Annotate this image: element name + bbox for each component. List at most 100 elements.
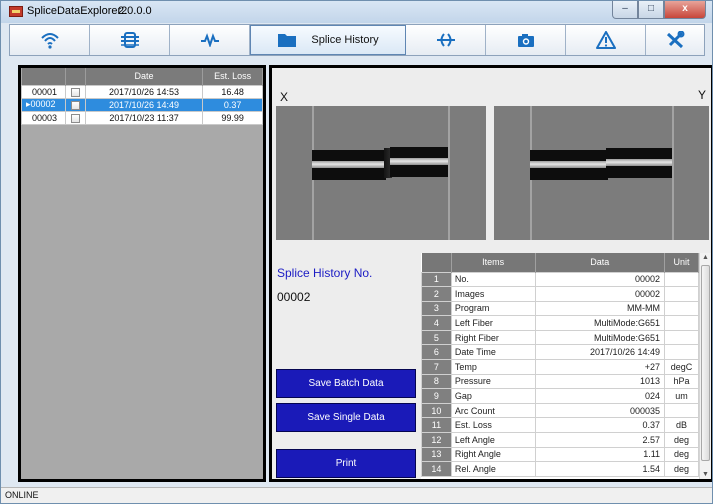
data-row[interactable]: 14 Rel. Angle 1.54 deg <box>421 461 699 477</box>
row-loss: 99.99 <box>202 110 263 125</box>
tab-wireless[interactable] <box>10 25 90 55</box>
view-x-label: X <box>280 90 289 104</box>
row-date: 2017/10/23 11:37 <box>84 110 204 125</box>
data-row[interactable]: 8 Pressure 1013 hPa <box>421 373 699 390</box>
row-checkbox[interactable] <box>70 87 80 97</box>
scroll-thumb[interactable] <box>701 265 710 461</box>
history-number-title: Splice History No. <box>277 266 373 280</box>
window-version: 2.0.0.0 <box>118 5 152 17</box>
data-row[interactable]: 13 Right Angle 1.11 deg <box>421 446 699 463</box>
data-index: 12 <box>421 432 452 448</box>
tab-camera[interactable] <box>486 25 566 55</box>
data-item: Est. Loss <box>450 417 536 434</box>
status-bar: ONLINE <box>1 487 712 503</box>
data-value: 1013 <box>534 373 666 390</box>
close-button[interactable]: x <box>664 1 706 19</box>
data-row[interactable]: 5 Right Fiber MultiMode:G651 <box>421 329 699 346</box>
window-controls: – □ x <box>612 1 706 19</box>
tab-splice-history-label: Splice History <box>311 34 379 46</box>
main-toolbar: Splice History <box>9 24 705 56</box>
data-item: Arc Count <box>450 402 536 419</box>
row-checkbox-cell <box>64 110 86 125</box>
data-row[interactable]: 3 Program MM-MM <box>421 300 699 317</box>
data-item: Images <box>450 286 536 302</box>
data-item: Temp <box>450 359 536 375</box>
image-guide-line <box>448 106 450 240</box>
row-number: ▸00002 <box>21 97 66 112</box>
data-row[interactable]: 11 Est. Loss 0.37 dB <box>421 417 699 434</box>
tab-splice[interactable] <box>406 25 486 55</box>
minimize-button[interactable]: – <box>612 1 638 19</box>
data-row[interactable]: 6 Date Time 2017/10/26 14:49 <box>421 344 699 361</box>
data-unit: deg <box>664 446 699 463</box>
print-button[interactable]: Print <box>276 449 416 478</box>
splice-data-grid: Items Data Unit 1 No. 00002 2 Images 00002 3 Pr… <box>421 253 699 477</box>
data-index: 2 <box>421 286 452 302</box>
title-bar: SpliceDataExplorer2 2.0.0.0 – □ x <box>1 1 712 23</box>
fiber-image-y <box>494 106 709 240</box>
data-row[interactable]: 9 Gap 024 um <box>421 388 699 404</box>
data-index: 10 <box>421 402 452 419</box>
data-unit <box>664 344 699 361</box>
tab-fiber[interactable] <box>90 25 170 55</box>
data-value: MultiMode:G651 <box>534 329 666 346</box>
data-unit <box>664 286 699 302</box>
history-table: Date Est. Loss 00001 2017/10/26 14:53 16… <box>21 68 263 125</box>
image-guide-line <box>672 106 674 240</box>
data-item: Rel. Angle <box>450 461 536 477</box>
data-value: 2.57 <box>534 432 666 448</box>
table-row[interactable]: 00001 2017/10/26 14:53 16.48 <box>21 84 263 99</box>
row-checkbox-cell <box>64 84 86 99</box>
data-unit: deg <box>664 432 699 448</box>
data-unit <box>664 271 699 288</box>
data-index: 7 <box>421 359 452 375</box>
vertical-scrollbar[interactable]: ▲ ▼ <box>699 253 711 479</box>
tab-waveform[interactable] <box>170 25 250 55</box>
data-row[interactable]: 1 No. 00002 <box>421 271 699 288</box>
data-item: Left Angle <box>450 432 536 448</box>
tab-tools[interactable] <box>646 25 704 55</box>
row-checkbox-cell <box>64 97 86 112</box>
row-checkbox[interactable] <box>70 100 80 110</box>
data-row[interactable]: 7 Temp +27 degC <box>421 359 699 375</box>
row-number-text: 00002 <box>30 99 56 109</box>
data-unit <box>664 315 699 331</box>
data-item: Date Time <box>450 344 536 361</box>
data-row[interactable]: 10 Arc Count 000035 <box>421 402 699 419</box>
row-date: 2017/10/26 14:49 <box>84 97 204 112</box>
table-row-selected[interactable]: ▸00002 2017/10/26 14:49 0.37 <box>21 97 263 112</box>
data-index: 13 <box>421 446 452 463</box>
data-col-items: Items <box>451 253 536 272</box>
left-fiber <box>530 150 608 180</box>
data-value: 0.37 <box>534 417 666 434</box>
row-loss: 16.48 <box>202 84 263 99</box>
folder-icon <box>278 34 297 47</box>
data-row[interactable]: 4 Left Fiber MultiMode:G651 <box>421 315 699 331</box>
tab-splice-history[interactable]: Splice History <box>250 25 406 55</box>
row-checkbox[interactable] <box>70 113 80 123</box>
data-value: 00002 <box>534 271 666 288</box>
row-number: 00003 <box>21 110 66 125</box>
window-title: SpliceDataExplorer2 <box>27 5 128 17</box>
data-index: 1 <box>421 271 452 288</box>
data-index: 8 <box>421 373 452 390</box>
data-index: 11 <box>421 417 452 434</box>
data-row[interactable]: 2 Images 00002 <box>421 286 699 302</box>
history-col-no <box>21 68 66 85</box>
save-single-data-button[interactable]: Save Single Data <box>276 403 416 432</box>
fiber-connector-icon <box>120 32 139 48</box>
data-row[interactable]: 12 Left Angle 2.57 deg <box>421 432 699 448</box>
tab-warning[interactable] <box>566 25 646 55</box>
right-fiber-core <box>390 158 448 165</box>
history-col-loss[interactable]: Est. Loss <box>202 68 263 85</box>
data-unit: dB <box>664 417 699 434</box>
scroll-down-icon[interactable]: ▼ <box>702 471 709 478</box>
warning-icon <box>595 31 616 49</box>
save-batch-data-button[interactable]: Save Batch Data <box>276 369 416 398</box>
history-number-value: 00002 <box>277 290 311 304</box>
data-col-index <box>421 253 452 272</box>
table-row[interactable]: 00003 2017/10/23 11:37 99.99 <box>21 110 263 125</box>
maximize-button[interactable]: □ <box>638 1 664 19</box>
history-col-date[interactable]: Date <box>85 68 204 85</box>
scroll-up-icon[interactable]: ▲ <box>702 254 709 261</box>
